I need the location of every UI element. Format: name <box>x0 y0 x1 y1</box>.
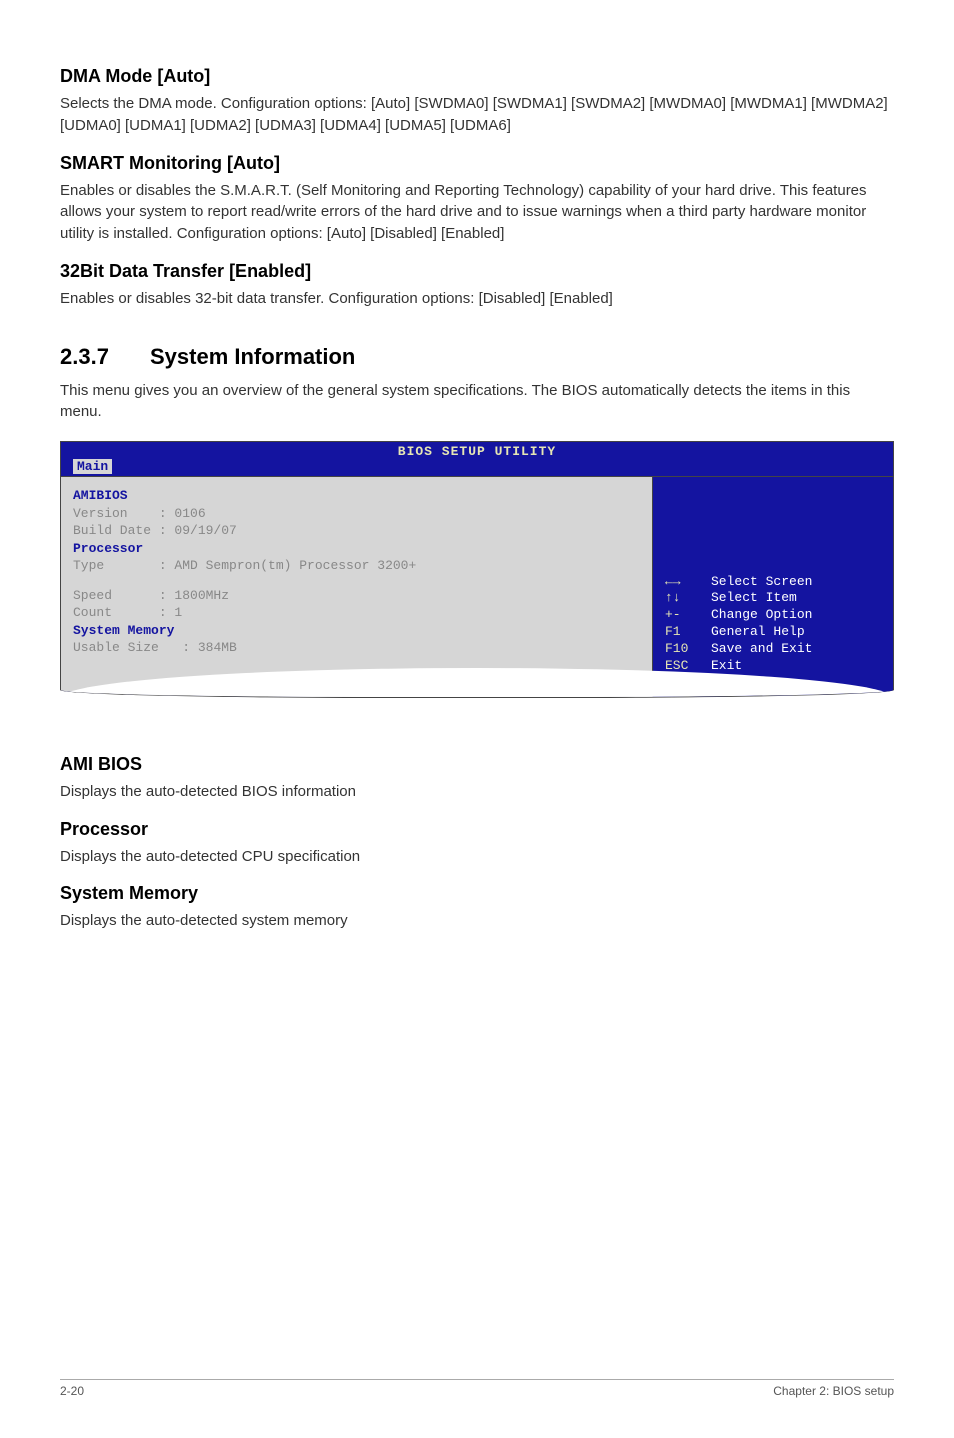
processor-text: Displays the auto-detected CPU specifica… <box>60 846 894 868</box>
bios-amibios-label: AMIBIOS <box>73 487 640 505</box>
smart-heading: SMART Monitoring [Auto] <box>60 153 894 174</box>
sysmem-heading: System Memory <box>60 883 894 904</box>
sysinfo-number: 2.3.7 <box>60 344 150 370</box>
bios-tab-main: Main <box>73 459 112 474</box>
dma-mode-heading: DMA Mode [Auto] <box>60 66 894 87</box>
bios-builddate-value: : 09/19/07 <box>159 523 237 538</box>
processor-heading: Processor <box>60 819 894 840</box>
sysinfo-title: System Information <box>150 344 355 369</box>
help-key-arrows-ud: ↑↓ <box>665 590 711 607</box>
bios-help-block: ←→Select Screen ↑↓Select Item +-Change O… <box>665 574 812 675</box>
help-val-select-item: Select Item <box>711 590 797 605</box>
bios-count-label: Count <box>73 605 112 620</box>
amibios-heading: AMI BIOS <box>60 754 894 775</box>
bios-right-panel: ←→Select Screen ↑↓Select Item +-Change O… <box>653 476 893 697</box>
bios-speed-label: Speed <box>73 588 112 603</box>
bios-processor-label: Processor <box>73 540 640 558</box>
help-val-change-option: Change Option <box>711 607 812 622</box>
bios-version-label: Version <box>73 506 128 521</box>
help-key-esc: ESC <box>665 658 711 675</box>
bios-type-value: : AMD Sempron(tm) Processor 3200+ <box>159 558 416 573</box>
bios-setup-screenshot: BIOS SETUP UTILITY Main AMIBIOS Version … <box>60 441 894 698</box>
help-key-arrows-lr: ←→ <box>665 574 711 591</box>
help-val-select-screen: Select Screen <box>711 574 812 589</box>
footer-chapter: Chapter 2: BIOS setup <box>773 1384 894 1398</box>
dma-mode-text: Selects the DMA mode. Configuration opti… <box>60 93 894 137</box>
bios-title: BIOS SETUP UTILITY <box>61 442 893 459</box>
help-key-f10: F10 <box>665 641 711 658</box>
bios-builddate-label: Build Date <box>73 523 151 538</box>
bios-usable-value: : 384MB <box>182 640 237 655</box>
help-val-save-exit: Save and Exit <box>711 641 812 656</box>
sysinfo-text: This menu gives you an overview of the g… <box>60 380 894 424</box>
footer-page-number: 2-20 <box>60 1384 84 1398</box>
bit32-text: Enables or disables 32-bit data transfer… <box>60 288 894 310</box>
bios-speed-value: : 1800MHz <box>159 588 229 603</box>
bios-type-label: Type <box>73 558 104 573</box>
help-val-exit: Exit <box>711 658 742 673</box>
bit32-heading: 32Bit Data Transfer [Enabled] <box>60 261 894 282</box>
help-val-general-help: General Help <box>711 624 805 639</box>
bios-sysmem-label: System Memory <box>73 622 640 640</box>
smart-text: Enables or disables the S.M.A.R.T. (Self… <box>60 180 894 245</box>
bios-version-value: : 0106 <box>159 506 206 521</box>
help-key-f1: F1 <box>665 624 711 641</box>
bios-count-value: : 1 <box>159 605 182 620</box>
bios-tab-bar: Main <box>61 459 893 476</box>
amibios-text: Displays the auto-detected BIOS informat… <box>60 781 894 803</box>
bios-left-panel: AMIBIOS Version : 0106 Build Date : 09/1… <box>61 476 653 697</box>
sysmem-text: Displays the auto-detected system memory <box>60 910 894 932</box>
page-footer: 2-20 Chapter 2: BIOS setup <box>60 1379 894 1398</box>
sysinfo-heading: 2.3.7System Information <box>60 344 894 370</box>
help-key-plusminus: +- <box>665 607 711 624</box>
bios-usable-label: Usable Size <box>73 640 159 655</box>
